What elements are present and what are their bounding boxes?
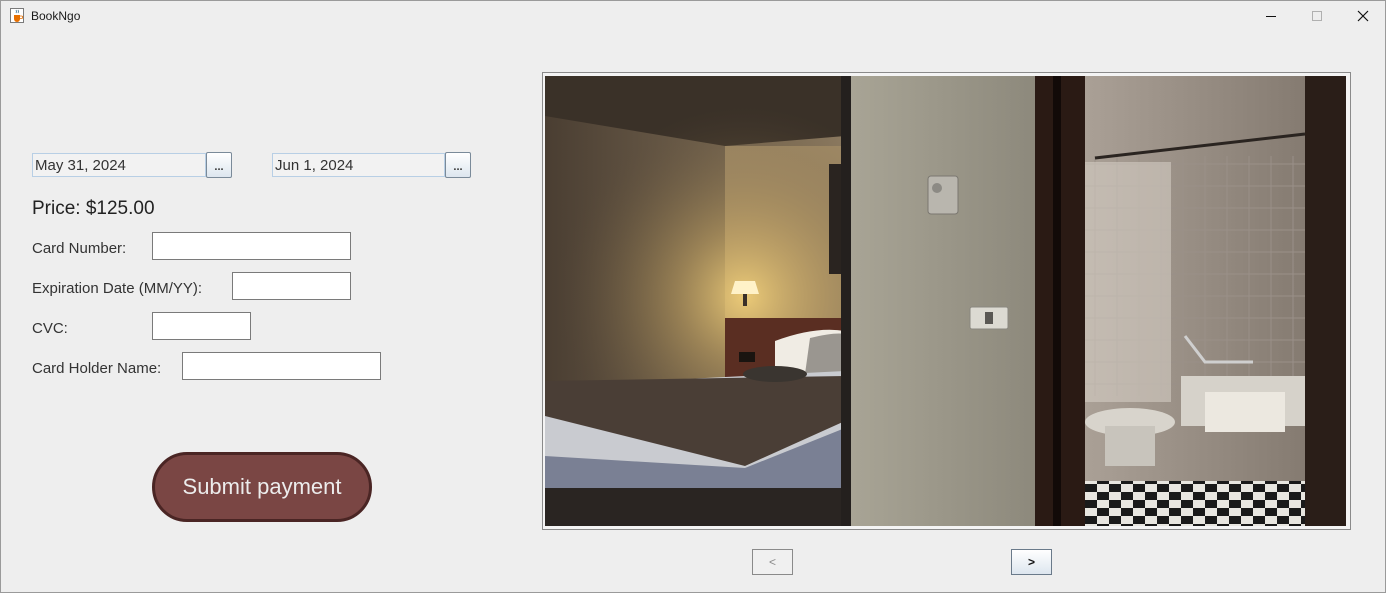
check-out-calendar-button[interactable]: ...	[445, 152, 471, 178]
java-cup-icon	[10, 8, 24, 23]
app-window: BookNgo May 31, 2024 ... Jun 1, 2024 ...…	[0, 0, 1386, 593]
title-bar: BookNgo	[1, 1, 1385, 31]
close-icon	[1357, 10, 1369, 22]
expiration-date-input[interactable]	[232, 272, 351, 300]
window-title: BookNgo	[31, 9, 81, 23]
maximize-icon	[1312, 11, 1322, 21]
card-number-label: Card Number:	[32, 240, 127, 257]
hotel-room-image	[545, 76, 1346, 526]
cvc-label: CVC:	[32, 320, 68, 337]
check-out-date-field[interactable]: Jun 1, 2024	[272, 153, 445, 177]
check-in-date-field[interactable]: May 31, 2024	[32, 153, 206, 177]
card-holder-name-label: Card Holder Name:	[32, 360, 162, 377]
next-photo-button[interactable]: >	[1011, 549, 1052, 575]
previous-photo-button[interactable]: <	[752, 549, 793, 575]
card-holder-name-input[interactable]	[182, 352, 381, 380]
maximize-button[interactable]	[1294, 1, 1340, 31]
price-label: Price: $125.00	[32, 198, 155, 219]
hotel-room-photo	[545, 76, 1346, 526]
minimize-icon	[1266, 16, 1276, 17]
check-in-calendar-button[interactable]: ...	[206, 152, 232, 178]
content-area: May 31, 2024 ... Jun 1, 2024 ... Price: …	[1, 32, 1385, 592]
minimize-button[interactable]	[1248, 1, 1294, 31]
expiration-date-label: Expiration Date (MM/YY):	[32, 280, 203, 297]
card-number-input[interactable]	[152, 232, 351, 260]
cvc-input[interactable]	[152, 312, 251, 340]
close-button[interactable]	[1340, 1, 1386, 31]
submit-payment-button[interactable]: Submit payment	[152, 452, 372, 522]
